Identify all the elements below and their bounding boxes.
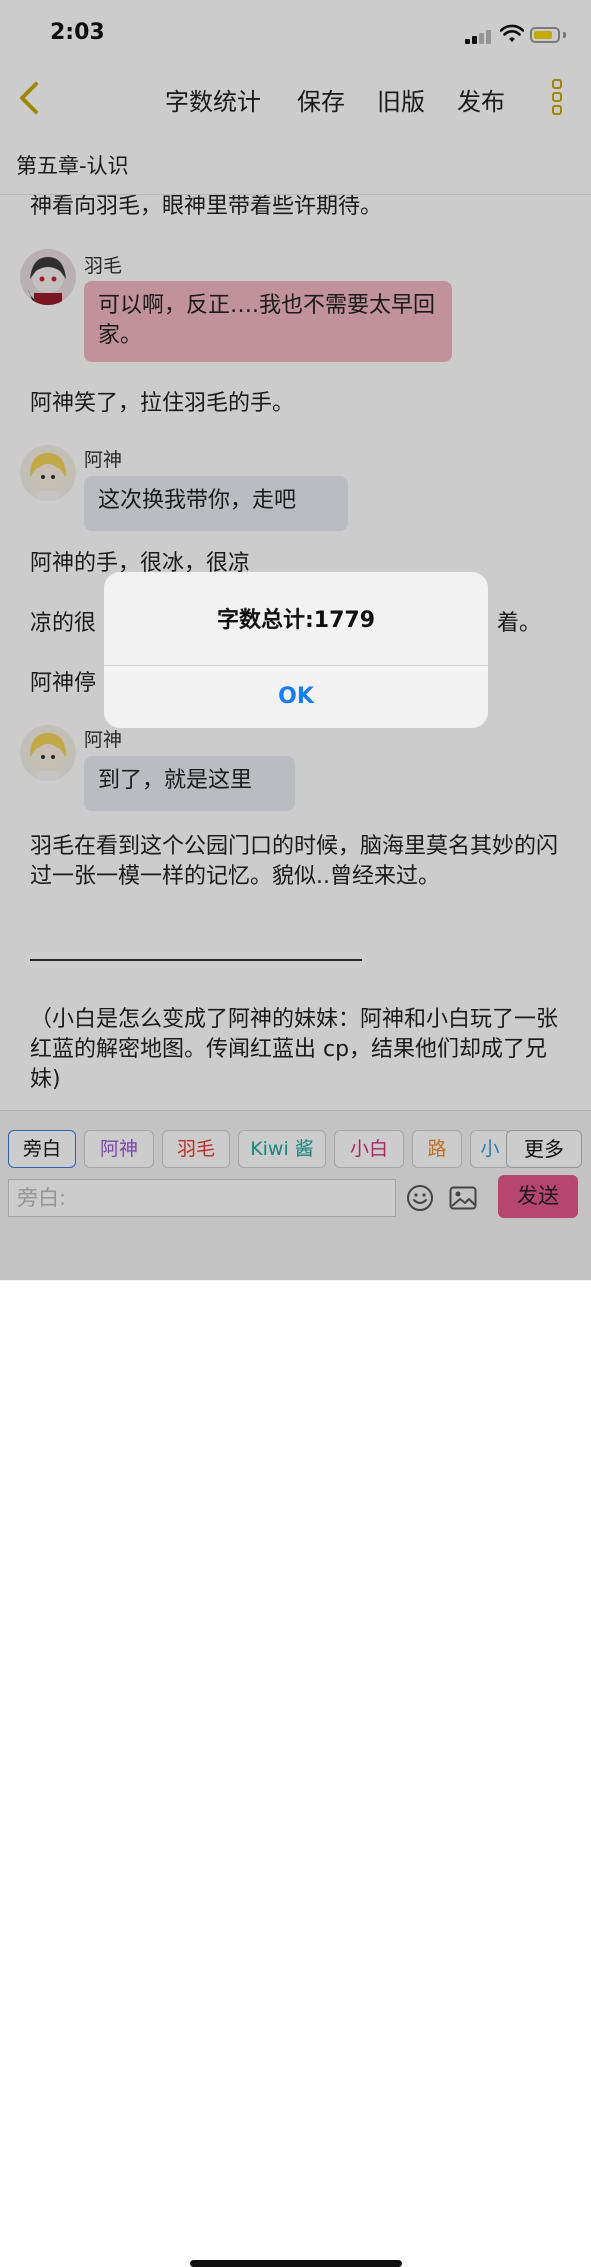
- alert-ok-button[interactable]: OK: [104, 666, 488, 728]
- word-count-alert: 字数总计:1779 OK: [104, 572, 488, 728]
- home-indicator: [190, 2260, 402, 2267]
- alert-title: 字数总计:1779: [216, 608, 376, 633]
